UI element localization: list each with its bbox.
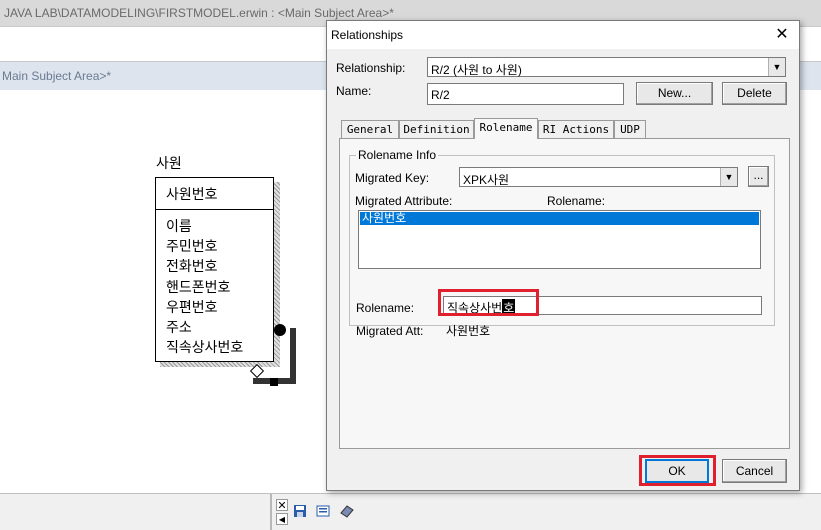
panel-divider[interactable] xyxy=(270,494,272,530)
entity-attribute[interactable]: 주소 xyxy=(166,317,273,337)
relationship-select-value: R/2 (사원 to 사원) xyxy=(431,63,522,77)
relationship-handle-icon[interactable] xyxy=(270,378,278,386)
relationships-dialog: Relationships ✕ Relationship: R/2 (사원 to… xyxy=(326,20,800,491)
tab-udp[interactable]: UDP xyxy=(614,120,646,138)
relationship-label: Relationship: xyxy=(336,61,406,75)
ok-highlight-box xyxy=(639,455,716,486)
name-label: Name: xyxy=(336,84,372,98)
report-icon[interactable] xyxy=(316,504,330,518)
bottom-panel: ✕ ◀ xyxy=(0,493,821,530)
rolename-info-title: Rolename Info xyxy=(356,148,439,162)
migrated-key-value: XPK사원 xyxy=(463,173,510,187)
entity-primary-key[interactable]: 사원번호 xyxy=(156,178,273,210)
rolename-highlight-box xyxy=(438,289,539,316)
tab-ri-actions[interactable]: RI Actions xyxy=(538,120,614,138)
panel-close-icon[interactable]: ✕ xyxy=(276,499,288,512)
panel-arrow-icon[interactable]: ◀ xyxy=(276,513,288,525)
chevron-down-icon[interactable]: ▼ xyxy=(720,168,737,186)
migrated-att-value: 사원번호 xyxy=(446,324,491,338)
cancel-button[interactable]: Cancel xyxy=(722,459,787,483)
entity-name[interactable]: 사원 xyxy=(156,153,182,173)
migrated-att-label: Migrated Att: xyxy=(356,324,424,338)
entity-attribute[interactable]: 직속상사번호 xyxy=(166,337,273,357)
tab-definition[interactable]: Definition xyxy=(399,120,474,138)
save-icon[interactable] xyxy=(293,504,307,518)
entity-attribute[interactable]: 핸드폰번호 xyxy=(166,277,273,297)
entity-attribute[interactable]: 이름 xyxy=(166,216,273,236)
dialog-titlebar[interactable]: Relationships ✕ xyxy=(327,21,799,49)
rolename-column-label: Rolename: xyxy=(547,194,606,208)
chevron-down-icon[interactable]: ▼ xyxy=(768,58,785,76)
delete-button[interactable]: Delete xyxy=(722,82,787,105)
new-button[interactable]: New... xyxy=(636,82,713,105)
name-input-value: R/2 xyxy=(431,88,450,102)
relationship-select[interactable]: R/2 (사원 to 사원) ▼ xyxy=(427,57,786,77)
tab-rolename[interactable]: Rolename xyxy=(474,118,538,139)
list-item[interactable]: 사원번호 xyxy=(360,212,759,225)
entity-attribute-list: 이름 주민번호 전화번호 핸드폰번호 우편번호 주소 직속상사번호 xyxy=(156,210,273,357)
entity-box[interactable]: 사원번호 이름 주민번호 전화번호 핸드폰번호 우편번호 주소 직속상사번호 xyxy=(155,177,274,362)
eraser-icon[interactable] xyxy=(339,504,354,518)
rolename-label: Rolename: xyxy=(356,301,415,315)
rolename-tab-panel: Rolename Info Migrated Key: XPK사원 ▼ ... … xyxy=(339,138,790,449)
migrated-attribute-label: Migrated Attribute: xyxy=(355,194,453,208)
browse-button[interactable]: ... xyxy=(748,166,769,187)
relationship-many-end-icon xyxy=(274,324,286,336)
migrated-key-label: Migrated Key: xyxy=(355,171,430,185)
recursive-relationship-line[interactable] xyxy=(290,328,296,384)
migrated-key-select[interactable]: XPK사원 ▼ xyxy=(459,167,738,187)
name-input[interactable]: R/2 xyxy=(427,83,624,105)
tab-general[interactable]: General xyxy=(341,120,399,138)
close-icon[interactable]: ✕ xyxy=(771,24,793,46)
entity-attribute[interactable]: 전화번호 xyxy=(166,256,273,276)
entity-attribute[interactable]: 우편번호 xyxy=(166,297,273,317)
dialog-title: Relationships xyxy=(331,28,404,42)
migrated-attribute-list[interactable]: 사원번호 xyxy=(358,210,761,269)
entity-attribute[interactable]: 주민번호 xyxy=(166,236,273,256)
